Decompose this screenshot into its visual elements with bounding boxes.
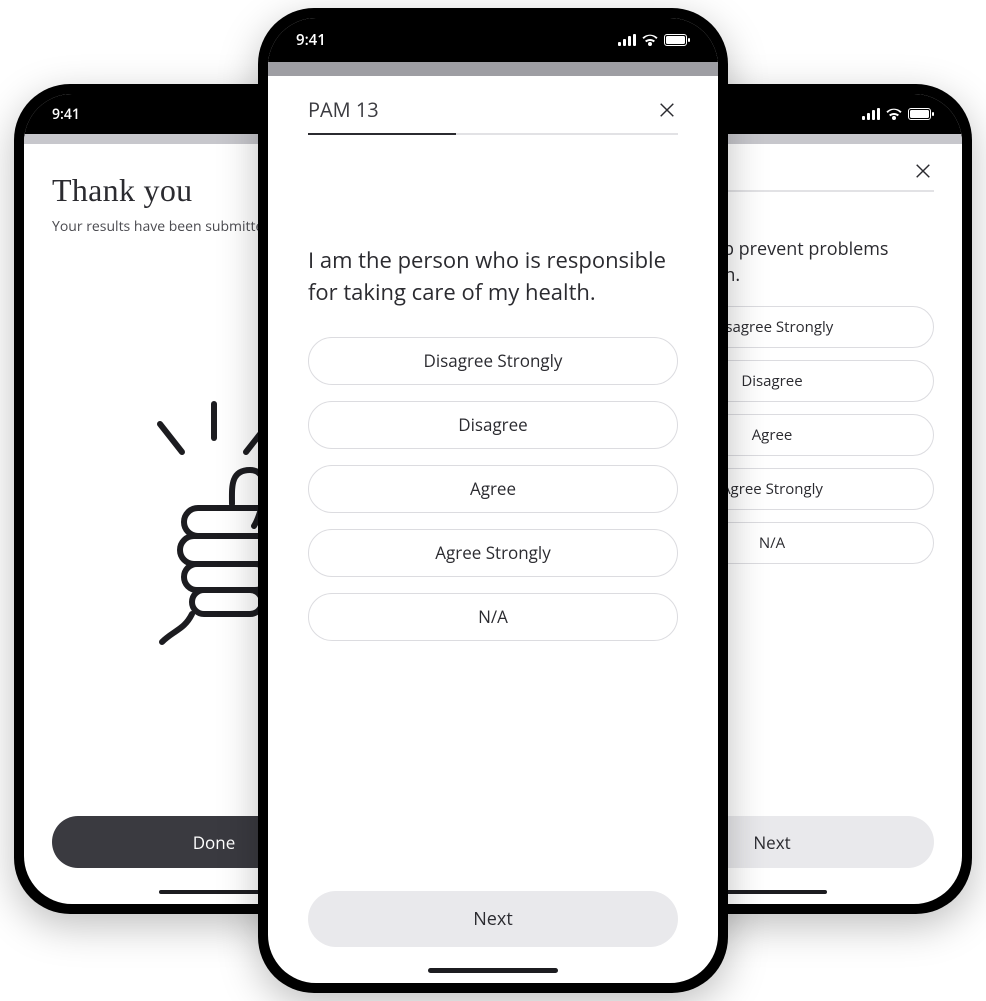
done-button-label: Done	[193, 831, 236, 854]
home-indicator	[717, 890, 827, 894]
wifi-icon	[642, 34, 658, 46]
phone-center: 9:41 PAM 13 I am the person who is respo…	[258, 8, 728, 993]
wifi-icon	[886, 108, 902, 120]
next-button-label: Next	[753, 831, 790, 854]
question-text: I am the person who is responsible for t…	[308, 245, 678, 309]
answer-options: Disagree Strongly Disagree Agree Agree S…	[308, 337, 678, 641]
battery-icon	[908, 108, 934, 120]
option-agree-strongly[interactable]: Agree Strongly	[308, 529, 678, 577]
status-icons	[618, 34, 690, 46]
option-disagree[interactable]: Disagree	[308, 401, 678, 449]
status-bar: 9:41	[268, 18, 718, 62]
option-agree[interactable]: Agree	[308, 465, 678, 513]
battery-icon	[664, 34, 690, 46]
sheet-grabber-band	[268, 62, 718, 76]
signal-icon	[862, 108, 880, 120]
option-disagree-strongly[interactable]: Disagree Strongly	[308, 337, 678, 385]
status-time: 9:41	[52, 105, 80, 124]
home-indicator	[159, 890, 269, 894]
close-icon	[658, 101, 676, 119]
status-time: 9:41	[296, 30, 326, 50]
phone-screen-question-center: 9:41 PAM 13 I am the person who is respo…	[268, 18, 718, 983]
progress-track	[308, 133, 678, 135]
survey-title: PAM 13	[308, 96, 379, 123]
status-icons	[862, 108, 934, 120]
next-button[interactable]: Next	[308, 891, 678, 947]
home-indicator	[428, 968, 558, 973]
option-na[interactable]: N/A	[308, 593, 678, 641]
close-button[interactable]	[656, 99, 678, 121]
next-button-label: Next	[473, 907, 513, 931]
progress-fill	[308, 133, 456, 135]
signal-icon	[618, 34, 636, 46]
close-icon	[914, 162, 932, 180]
close-button[interactable]	[912, 160, 934, 182]
